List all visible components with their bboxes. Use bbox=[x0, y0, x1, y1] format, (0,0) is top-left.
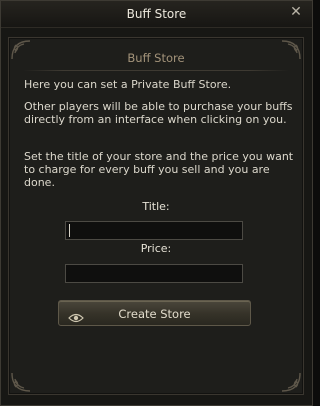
panel-header: Buff Store bbox=[127, 51, 185, 65]
instructions-text: Set the title of your store and the pric… bbox=[24, 150, 294, 189]
title-bar[interactable]: Buff Store ✕ bbox=[1, 1, 312, 28]
create-store-button[interactable]: Create Store bbox=[58, 300, 251, 326]
buff-store-window: Buff Store ✕ Buff Store Here you can set… bbox=[0, 0, 313, 406]
text-caret bbox=[69, 224, 70, 237]
corner-ornament-icon bbox=[280, 371, 302, 393]
title-label: Title: bbox=[142, 200, 170, 213]
window-title: Buff Store bbox=[126, 7, 187, 21]
corner-ornament-icon bbox=[10, 371, 32, 393]
price-input[interactable] bbox=[65, 264, 243, 283]
price-label: Price: bbox=[140, 242, 172, 255]
description-text: Other players will be able to purchase y… bbox=[24, 100, 293, 126]
close-icon: ✕ bbox=[290, 4, 302, 20]
buff-store-panel: Buff Store Here you can set a Private Bu… bbox=[8, 37, 304, 395]
title-input[interactable] bbox=[65, 221, 243, 240]
create-store-label: Create Store bbox=[118, 307, 191, 321]
header-divider bbox=[23, 70, 289, 71]
close-button[interactable]: ✕ bbox=[289, 5, 303, 19]
intro-text: Here you can set a Private Buff Store. bbox=[24, 78, 232, 91]
